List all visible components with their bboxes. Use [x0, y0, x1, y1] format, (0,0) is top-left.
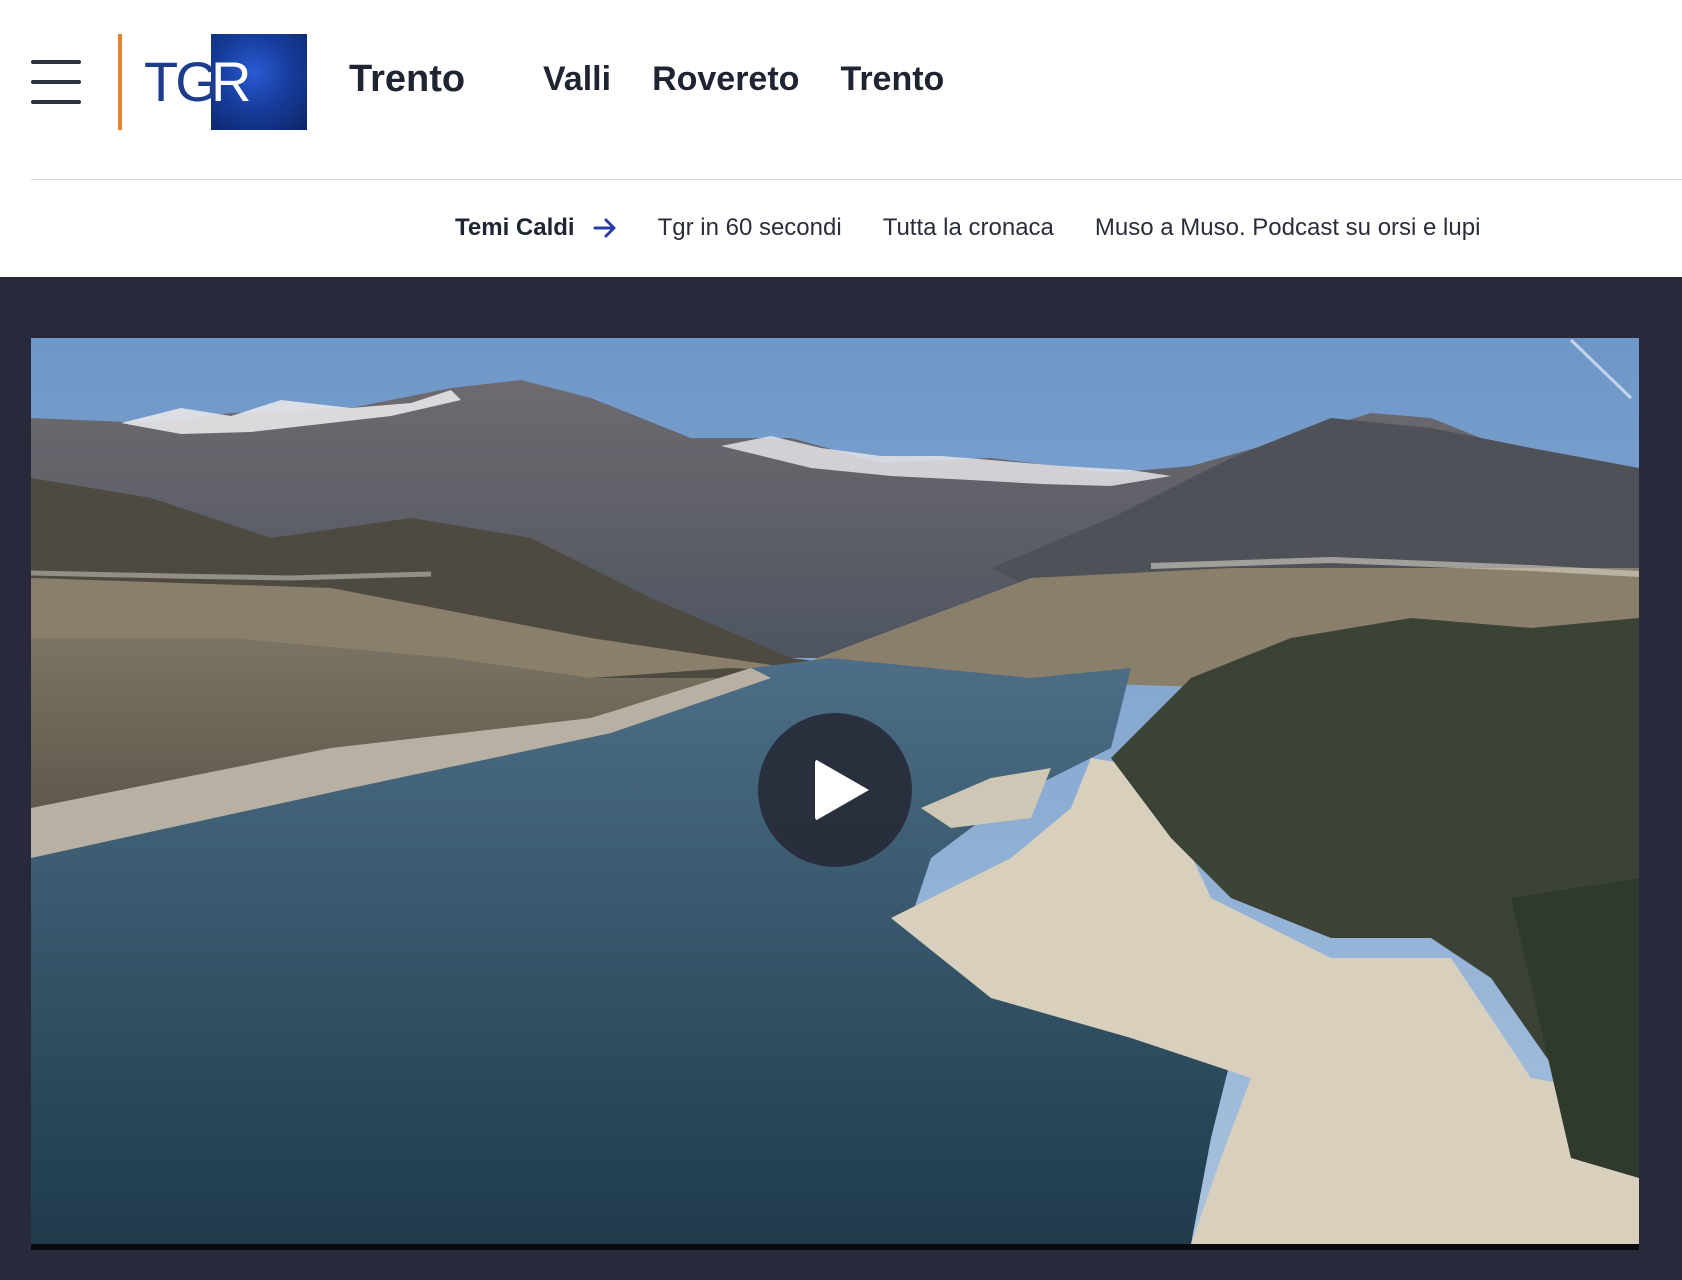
video-progress-bar[interactable] [31, 1244, 1639, 1250]
region-title[interactable]: Trento [349, 58, 465, 101]
topic-link-podcast[interactable]: Muso a Muso. Podcast su orsi e lupi [1095, 214, 1481, 242]
topic-link-tgr-60[interactable]: Tgr in 60 secondi [658, 214, 842, 242]
logo-accent-bar [118, 34, 122, 130]
tgr-logo[interactable]: TG R [118, 34, 308, 130]
menu-button[interactable] [31, 60, 81, 104]
hot-topics[interactable]: Temi Caldi [455, 214, 617, 242]
nav-item-valli[interactable]: Valli [543, 60, 611, 99]
nav-item-trento[interactable]: Trento [840, 60, 944, 99]
site-header: TG R Trento Valli Rovereto Trento [0, 0, 1682, 181]
hot-topics-label: Temi Caldi [455, 214, 575, 241]
nav-item-rovereto[interactable]: Rovereto [652, 60, 799, 99]
video-player[interactable] [31, 338, 1639, 1244]
topics-bar: Temi Caldi Tgr in 60 secondi Tutta la cr… [0, 180, 1682, 277]
logo-text-r: R [211, 50, 251, 113]
arrow-right-icon [593, 217, 617, 239]
video-section [0, 277, 1682, 1280]
main-nav: Valli Rovereto Trento [543, 60, 944, 99]
play-button[interactable] [758, 713, 912, 867]
topic-link-cronaca[interactable]: Tutta la cronaca [883, 214, 1054, 242]
logo-text-tg: TG [144, 50, 219, 113]
hamburger-icon [31, 60, 81, 64]
play-icon [815, 759, 869, 821]
